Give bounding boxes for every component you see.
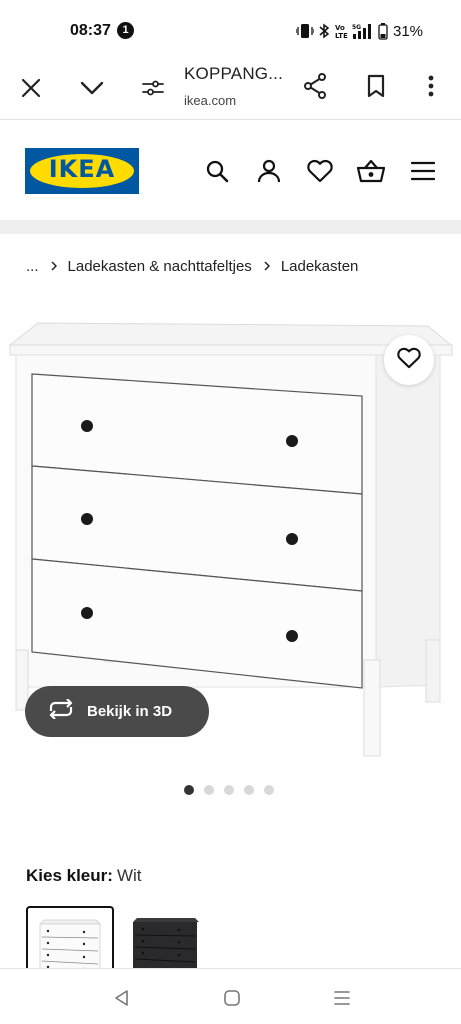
header-divider	[0, 220, 461, 234]
battery-icon	[378, 22, 388, 40]
back-icon[interactable]	[109, 985, 135, 1011]
svg-text:Vo: Vo	[335, 24, 345, 32]
view-in-3d-button[interactable]: Bekijk in 3D	[25, 686, 209, 737]
favorites-icon[interactable]	[305, 156, 335, 186]
gallery-dot-2[interactable]	[204, 785, 214, 795]
chevron-right-icon	[50, 258, 57, 274]
gallery-dot-1[interactable]	[184, 785, 194, 795]
svg-text:5G: 5G	[352, 24, 361, 31]
page-settings-icon[interactable]	[135, 70, 171, 106]
view-in-3d-label: Bekijk in 3D	[87, 703, 173, 720]
rotate-3d-icon	[47, 698, 75, 724]
close-icon[interactable]	[13, 70, 49, 106]
breadcrumb-item-category[interactable]: Ladekasten & nachttafeltjes	[68, 258, 252, 275]
color-option-white[interactable]	[26, 906, 114, 976]
battery-percentage: 31%	[393, 22, 424, 40]
logo-text: IKEA	[48, 155, 116, 183]
color-label-text: Kies kleur:	[26, 866, 113, 885]
svg-text:LTE: LTE	[335, 32, 348, 39]
selected-color: Wit	[116, 866, 142, 885]
chevron-down-icon[interactable]	[74, 70, 110, 106]
page-url[interactable]: ikea.com	[184, 93, 236, 108]
status-bar: 08:37 1 Vo LTE 5G 31%	[0, 0, 461, 58]
5g-signal-icon: 5G	[352, 23, 374, 39]
page-title[interactable]: KOPPANG...	[184, 64, 283, 84]
account-icon[interactable]	[254, 156, 284, 186]
status-icons: Vo LTE 5G 31%	[296, 22, 423, 40]
volte-icon: Vo LTE	[334, 23, 348, 39]
home-icon[interactable]	[219, 985, 245, 1011]
breadcrumb-item-current[interactable]: Ladekasten	[281, 258, 359, 275]
cart-icon[interactable]	[356, 156, 386, 186]
more-vert-icon[interactable]	[413, 68, 449, 104]
bluetooth-icon	[318, 23, 330, 39]
breadcrumb: ... Ladekasten & nachttafeltjes Ladekast…	[26, 256, 358, 276]
recents-icon[interactable]	[329, 985, 355, 1011]
site-header: IKEA	[0, 122, 461, 220]
system-nav-bar	[0, 968, 461, 1024]
bookmark-icon[interactable]	[358, 68, 394, 104]
gallery-dot-5[interactable]	[264, 785, 274, 795]
add-to-favorites-button[interactable]	[384, 335, 434, 385]
search-icon[interactable]	[202, 156, 232, 186]
ikea-logo[interactable]: IKEA	[25, 148, 139, 194]
chevron-right-icon	[264, 258, 270, 274]
color-picker-label: Kies kleur: Wit	[26, 866, 141, 886]
heart-icon	[397, 347, 421, 374]
gallery-pagination	[184, 785, 274, 795]
color-option-black-brown[interactable]	[127, 906, 215, 976]
gallery-dot-3[interactable]	[224, 785, 234, 795]
gallery-dot-4[interactable]	[244, 785, 254, 795]
breadcrumb-ellipsis[interactable]: ...	[26, 258, 39, 275]
status-time: 08:37	[70, 22, 111, 39]
menu-icon[interactable]	[408, 156, 438, 186]
vibrate-icon	[296, 23, 314, 39]
share-icon[interactable]	[297, 68, 333, 104]
notification-badge: 1	[117, 22, 134, 39]
